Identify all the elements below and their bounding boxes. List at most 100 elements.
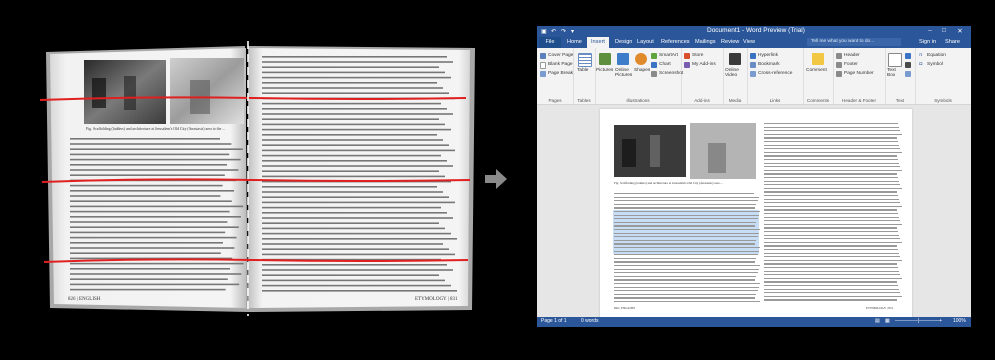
minimize-icon[interactable]: – <box>925 27 935 34</box>
book-text-line <box>70 288 226 291</box>
tab-design[interactable]: Design <box>615 39 632 45</box>
book-text-line <box>262 196 449 198</box>
save-icon[interactable]: ▣ <box>541 28 547 35</box>
doc-text-line <box>614 290 758 292</box>
group-tables: Table Tables <box>573 48 596 104</box>
customize-qat-icon[interactable]: ▾ <box>571 28 574 35</box>
online-video-icon <box>729 53 741 65</box>
close-icon[interactable]: ✕ <box>955 27 965 35</box>
sign-in-link[interactable]: Sign in <box>919 39 936 45</box>
symbol-button[interactable]: Symbol <box>927 62 943 67</box>
chart-button[interactable]: Chart <box>659 62 671 67</box>
document-page[interactable]: Fig. Scaffolding (ladders) and architect… <box>600 109 912 319</box>
book-text-line <box>262 123 445 126</box>
zoom-level[interactable]: 100% <box>953 318 966 324</box>
doc-text-line <box>764 252 900 254</box>
group-pages: Cover Page Blank Page Page Break Pages <box>537 48 574 104</box>
book-text-line <box>262 269 453 271</box>
store-icon <box>684 53 690 59</box>
redo-icon[interactable]: ↷ <box>561 28 566 35</box>
zoom-slider[interactable]: –――――|――――+ <box>895 318 942 324</box>
read-mode-icon[interactable]: ▤ <box>875 318 880 324</box>
online-pictures-button[interactable]: Online Pictures <box>615 68 633 78</box>
group-label-tables: Tables <box>577 98 591 103</box>
doc-text-line <box>764 249 898 251</box>
doc-text-line <box>764 227 897 229</box>
doc-text-line <box>764 220 901 222</box>
footer-button[interactable]: Footer <box>844 62 858 67</box>
group-addins: Store My Add-ins Add-ins <box>681 48 724 104</box>
book-text-line <box>262 227 445 230</box>
doc-text-line <box>764 137 897 139</box>
online-pictures-icon <box>617 53 629 65</box>
document-area[interactable]: Fig. Scaffolding (ladders) and architect… <box>537 105 971 319</box>
book-text-line <box>70 273 242 275</box>
page-break-button[interactable]: Page Break <box>548 71 573 76</box>
tab-layout[interactable]: Layout <box>637 39 654 45</box>
doc-text-line <box>614 268 759 270</box>
screenshot-button[interactable]: Screenshot <box>659 71 683 76</box>
cross-reference-button[interactable]: Cross-reference <box>758 71 792 76</box>
book-text-line <box>262 217 453 219</box>
symbol-icon: Ω <box>919 62 923 67</box>
book-text-line <box>262 139 443 141</box>
smartart-button[interactable]: SmartArt <box>659 53 678 58</box>
my-addins-button[interactable]: My Add-ins <box>692 62 716 67</box>
tab-references[interactable]: References <box>661 39 690 45</box>
share-button[interactable]: Share <box>945 39 960 45</box>
tell-me-search[interactable]: Tell me what you want to do... <box>807 38 901 46</box>
quick-parts-icon[interactable] <box>905 53 911 59</box>
online-video-button[interactable]: Online Video <box>725 68 747 78</box>
header-button[interactable]: Header <box>844 53 860 58</box>
wordart-icon[interactable] <box>905 62 911 68</box>
maximize-icon[interactable]: □ <box>939 27 949 34</box>
tab-review[interactable]: Review <box>721 39 739 45</box>
undo-icon[interactable]: ↶ <box>551 28 556 35</box>
doc-text-line <box>614 243 756 245</box>
book-text-line <box>70 169 239 171</box>
tab-view[interactable]: View <box>743 39 755 45</box>
book-text-line <box>262 290 457 292</box>
book-text-line <box>262 238 457 240</box>
doc-text-line <box>764 213 898 215</box>
book-text-line <box>70 221 228 223</box>
book-text-line <box>262 61 453 63</box>
print-layout-icon[interactable]: ▦ <box>885 318 890 324</box>
tab-mailings[interactable]: Mailings <box>695 39 716 45</box>
doc-text-line <box>764 173 897 175</box>
bookmark-button[interactable]: Bookmark <box>758 62 780 67</box>
drop-cap-icon[interactable] <box>905 71 911 77</box>
cover-page-button[interactable]: Cover Page <box>548 53 573 58</box>
equation-button[interactable]: Equation <box>927 53 946 58</box>
book-text-line <box>262 279 445 282</box>
word-count-status[interactable]: 0 words <box>581 318 599 324</box>
book-text-line <box>262 248 449 250</box>
doc-text-line <box>614 214 759 216</box>
text-box-button[interactable]: Text Box <box>887 68 905 78</box>
book-text-line <box>70 210 230 213</box>
table-button[interactable]: Table <box>577 68 588 73</box>
page-break-icon <box>540 71 546 77</box>
comment-button[interactable]: Comment <box>806 68 827 73</box>
book-text-line <box>262 128 451 131</box>
pictures-button[interactable]: Pictures <box>596 68 613 73</box>
hyperlink-button[interactable]: Hyperlink <box>758 53 778 58</box>
book-text-line <box>70 278 228 280</box>
group-symbols: π Equation Ω Symbol Symbols <box>915 48 971 104</box>
blank-page-button[interactable]: Blank Page <box>548 62 573 67</box>
book-text-line <box>262 232 451 235</box>
doc-text-line <box>614 254 758 256</box>
store-button[interactable]: Store <box>692 53 703 58</box>
tab-insert[interactable]: Insert <box>587 37 609 48</box>
page-count-status[interactable]: Page 1 of 1 <box>541 318 567 324</box>
page-number-button[interactable]: Page Number <box>844 71 874 76</box>
book-text-line <box>70 205 244 208</box>
shapes-button[interactable]: Shapes <box>634 68 650 73</box>
book-text-line <box>70 252 221 254</box>
group-label-pages: Pages <box>548 98 562 103</box>
book-text-line <box>262 76 451 79</box>
doc-text-line <box>614 207 756 209</box>
tab-file[interactable]: File <box>539 37 561 48</box>
tab-home[interactable]: Home <box>567 39 582 45</box>
book-text-line <box>262 56 447 58</box>
